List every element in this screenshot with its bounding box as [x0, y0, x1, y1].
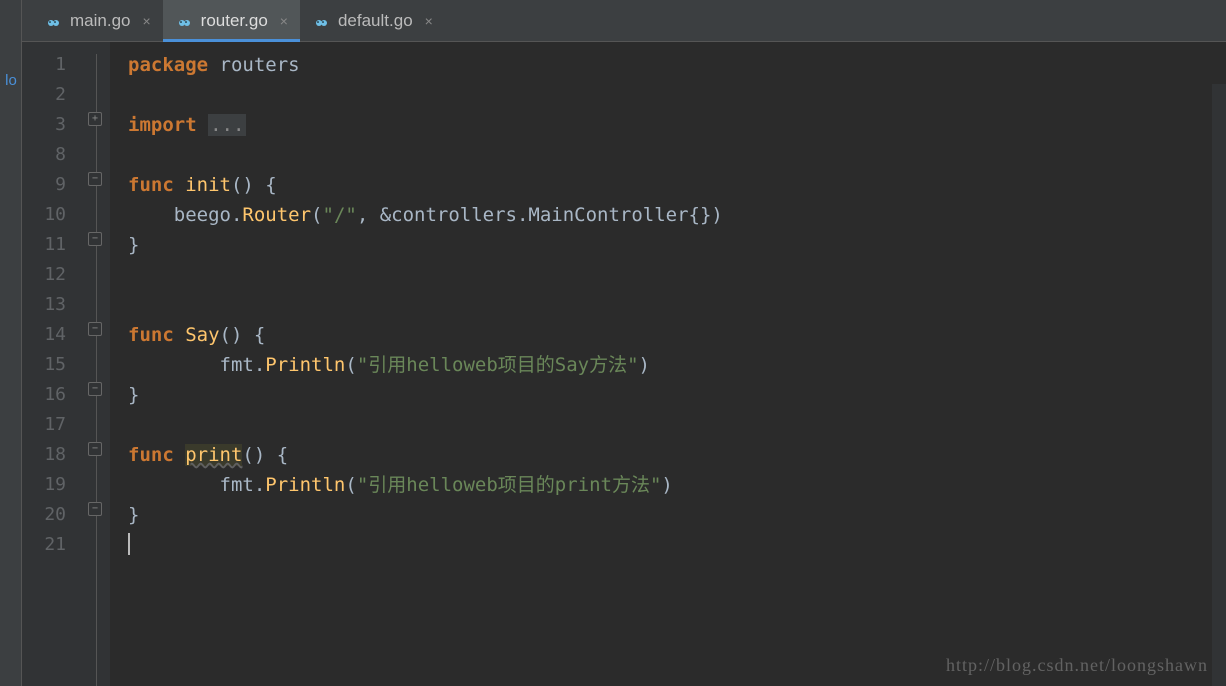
line-number: 19	[22, 470, 66, 500]
tool-window-strip[interactable]: lo	[0, 0, 22, 686]
close-icon[interactable]: ×	[142, 13, 150, 29]
fold-gutter: + − − − − − −	[84, 42, 110, 686]
tab-main-go[interactable]: main.go ×	[32, 0, 163, 41]
method-name: Router	[242, 204, 311, 226]
go-file-icon	[44, 12, 62, 30]
string-literal: "引用helloweb项目的Say方法"	[357, 354, 639, 376]
code-text: }	[128, 234, 139, 256]
folded-region[interactable]: ...	[208, 114, 246, 136]
tool-window-label[interactable]: lo	[0, 72, 22, 89]
identifier: routers	[220, 54, 300, 76]
code-text: }	[128, 384, 139, 406]
code-text: , &controllers.MainController{})	[357, 204, 723, 226]
func-name: Say	[185, 324, 219, 346]
tab-router-go[interactable]: router.go ×	[163, 0, 300, 41]
line-number: 21	[22, 530, 66, 560]
line-number: 13	[22, 290, 66, 320]
code-text: () {	[220, 324, 266, 346]
editor-main: main.go × router.go × default.go × 1 2 3…	[22, 0, 1226, 686]
line-number: 3	[22, 110, 66, 140]
keyword: func	[128, 324, 174, 346]
code-text: )	[639, 354, 650, 376]
string-literal: "引用helloweb项目的print方法"	[357, 474, 662, 496]
go-file-icon	[175, 12, 193, 30]
keyword: func	[128, 444, 174, 466]
line-number: 10	[22, 200, 66, 230]
line-number: 9	[22, 170, 66, 200]
tab-label: main.go	[70, 11, 130, 31]
line-number: 1	[22, 50, 66, 80]
editor-area[interactable]: 1 2 3 8 9 10 11 12 13 14 15 16 17 18 19 …	[22, 42, 1226, 686]
line-number: 14	[22, 320, 66, 350]
func-name-warning: print	[185, 444, 242, 466]
method-name: Println	[265, 354, 345, 376]
fold-expand-icon[interactable]: +	[88, 112, 102, 126]
fold-collapse-icon[interactable]: −	[88, 442, 102, 456]
vertical-scrollbar[interactable]	[1212, 84, 1226, 686]
code-text: (	[345, 474, 356, 496]
code-text: fmt.	[220, 354, 266, 376]
fold-collapse-icon[interactable]: −	[88, 172, 102, 186]
fold-collapse-icon[interactable]: −	[88, 382, 102, 396]
keyword: import	[128, 114, 197, 136]
fold-collapse-icon[interactable]: −	[88, 322, 102, 336]
func-name: init	[185, 174, 231, 196]
line-number-gutter: 1 2 3 8 9 10 11 12 13 14 15 16 17 18 19 …	[22, 42, 84, 686]
line-number: 12	[22, 260, 66, 290]
code-text: beego.	[174, 204, 243, 226]
fold-collapse-icon[interactable]: −	[88, 502, 102, 516]
method-name: Println	[265, 474, 345, 496]
code-text: fmt.	[220, 474, 266, 496]
watermark-text: http://blog.csdn.net/loongshawn	[946, 655, 1208, 676]
line-number: 16	[22, 380, 66, 410]
line-number: 8	[22, 140, 66, 170]
editor-tabs: main.go × router.go × default.go ×	[22, 0, 1226, 42]
line-number: 15	[22, 350, 66, 380]
line-number: 17	[22, 410, 66, 440]
close-icon[interactable]: ×	[425, 13, 433, 29]
go-file-icon	[312, 12, 330, 30]
code-text: () {	[242, 444, 288, 466]
code-text: (	[345, 354, 356, 376]
tab-label: default.go	[338, 11, 413, 31]
string-literal: "/"	[323, 204, 357, 226]
line-number: 18	[22, 440, 66, 470]
text-caret	[128, 533, 130, 555]
tab-label: router.go	[201, 11, 268, 31]
code-text[interactable]: package routers import ... func init() {…	[110, 42, 1226, 686]
line-number: 2	[22, 80, 66, 110]
fold-guide-line	[96, 54, 97, 686]
keyword: func	[128, 174, 174, 196]
fold-collapse-icon[interactable]: −	[88, 232, 102, 246]
code-text: }	[128, 504, 139, 526]
code-text: () {	[231, 174, 277, 196]
keyword: package	[128, 54, 208, 76]
tab-default-go[interactable]: default.go ×	[300, 0, 445, 41]
line-number: 20	[22, 500, 66, 530]
line-number: 11	[22, 230, 66, 260]
code-text: (	[311, 204, 322, 226]
close-icon[interactable]: ×	[280, 13, 288, 29]
code-text: )	[661, 474, 672, 496]
